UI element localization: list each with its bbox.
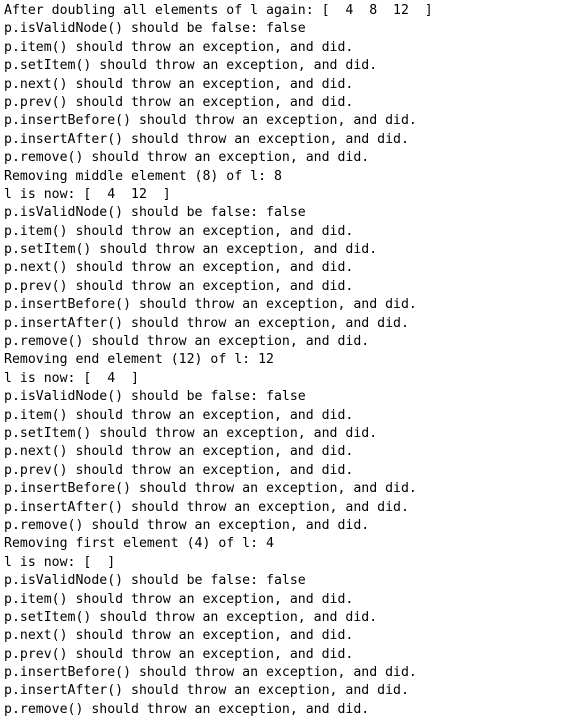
console-line: l is now: [ 4 12 ] <box>4 186 171 202</box>
console-line: p.next() should throw an exception, and … <box>4 444 354 460</box>
console-line: p.next() should throw an exception, and … <box>4 260 354 276</box>
console-line: p.remove() should throw an exception, an… <box>4 150 370 166</box>
console-line: p.prev() should throw an exception, and … <box>4 462 354 478</box>
console-line: p.insertAfter() should throw an exceptio… <box>4 499 409 515</box>
console-line: p.isValidNode() should be false: false <box>4 389 306 405</box>
console-line: p.insertAfter() should throw an exceptio… <box>4 131 409 147</box>
console-line: p.item() should throw an exception, and … <box>4 39 354 55</box>
console-line: p.item() should throw an exception, and … <box>4 407 354 423</box>
console-line: Removing first element (4) of l: 4 <box>4 536 274 552</box>
console-line: p.setItem() should throw an exception, a… <box>4 58 378 74</box>
console-line: p.isValidNode() should be false: false <box>4 21 306 37</box>
console-line: After doubling all elements of l again: … <box>4 3 433 18</box>
console-line: p.insertBefore() should throw an excepti… <box>4 113 417 129</box>
console-line: Removing middle element (8) of l: 8 <box>4 168 282 184</box>
console-line: p.isValidNode() should be false: false <box>4 573 306 589</box>
console-line: Removing end element (12) of l: 12 <box>4 352 274 368</box>
console-line: p.remove() should throw an exception, an… <box>4 517 370 533</box>
console-line: p.prev() should throw an exception, and … <box>4 94 354 110</box>
console-line: p.setItem() should throw an exception, a… <box>4 609 378 625</box>
console-line: l is now: [ 4 ] <box>4 370 139 386</box>
console-line: p.insertBefore() should throw an excepti… <box>4 481 417 497</box>
console-line: p.remove() should throw an exception, an… <box>4 701 370 717</box>
console-line: p.setItem() should throw an exception, a… <box>4 425 378 441</box>
console-line: p.remove() should throw an exception, an… <box>4 334 370 350</box>
console-line: p.isValidNode() should be false: false <box>4 205 306 221</box>
console-line: p.prev() should throw an exception, and … <box>4 646 354 662</box>
console-line: p.setItem() should throw an exception, a… <box>4 242 378 258</box>
console-line: p.next() should throw an exception, and … <box>4 76 354 92</box>
console-line: p.insertAfter() should throw an exceptio… <box>4 315 409 331</box>
console-output: After doubling all elements of l again: … <box>0 0 561 722</box>
console-line: p.next() should throw an exception, and … <box>4 628 354 644</box>
console-line: p.item() should throw an exception, and … <box>4 591 354 607</box>
console-line: p.insertBefore() should throw an excepti… <box>4 665 417 681</box>
console-line: p.insertBefore() should throw an excepti… <box>4 297 417 313</box>
console-line: l is now: [ ] <box>4 554 116 570</box>
console-line: p.insertAfter() should throw an exceptio… <box>4 683 409 699</box>
console-line: p.item() should throw an exception, and … <box>4 223 354 239</box>
console-line: p.prev() should throw an exception, and … <box>4 278 354 294</box>
